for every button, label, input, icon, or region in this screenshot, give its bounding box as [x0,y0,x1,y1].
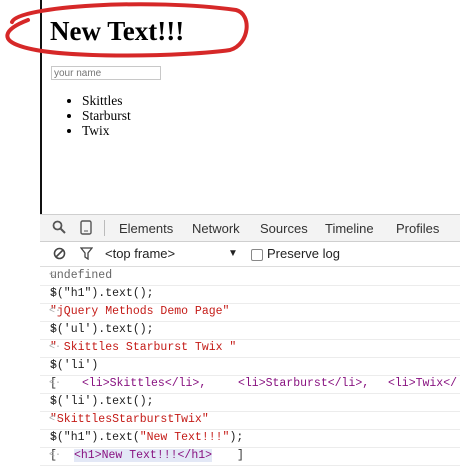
console-row: $('ul').text(); [40,321,460,340]
array-bracket: ] [237,449,244,462]
device-mode-icon[interactable] [80,220,92,235]
result-arrow-icon: <· [49,450,62,461]
tab-separator [104,220,105,236]
console-result: "SkittlesStarburstTwix" [50,413,209,426]
frame-select[interactable]: <top frame> [105,246,175,261]
console-gutter: <· > <· > <· > <· > <· > <· [46,266,62,462]
result-arrow-icon: <· [49,414,62,425]
console-row: $("h1").text("New Text!!!"); [40,429,460,448]
console-element[interactable]: <li>Twix</ [388,377,457,390]
preserve-log-label: Preserve log [267,246,340,261]
demo-page: New Text!!! Skittles Starburst Twix [42,0,460,214]
prompt-arrow-icon: > [50,324,57,336]
prompt-arrow-icon: > [50,396,57,408]
tab-network[interactable]: Network [192,221,240,236]
console-result: " Skittles Starburst Twix " [50,341,237,354]
tab-profiles[interactable]: Profiles [396,221,439,236]
console-row: $("h1").text(); [40,285,460,304]
list-item: Starburst [82,108,131,123]
console-row: undefined [40,267,460,286]
console-row: "jQuery Methods Demo Page" [40,303,460,322]
console-element[interactable]: <li>Skittles</li>, [82,377,206,390]
console-row: $('li').text(); [40,393,460,412]
list-item: Twix [82,123,131,138]
prompt-arrow-icon: > [50,432,57,444]
snack-list: Skittles Starburst Twix [51,93,131,138]
clear-console-icon[interactable] [53,247,66,260]
console-row[interactable]: [ <li>Skittles</li>, <li>Starburst</li>,… [40,375,460,394]
result-arrow-icon: <· [49,306,62,317]
preserve-log-checkbox[interactable] [251,249,263,261]
prompt-arrow-icon: > [50,288,57,300]
search-icon[interactable] [52,220,66,234]
console-command: $("h1").text("New Text!!!"); [50,431,243,444]
console-result: "jQuery Methods Demo Page" [50,305,230,318]
devtools-panel: Elements Network Sources Timeline Profil… [40,214,460,466]
devtools-tabbar: Elements Network Sources Timeline Profil… [40,215,460,242]
list-item: Skittles [82,93,131,108]
page-heading: New Text!!! [50,16,185,46]
console-command: $('ul').text(); [50,323,154,336]
console-row: "SkittlesStarburstTwix" [40,411,460,430]
console-filterbar: <top frame> ▼ Preserve log [40,242,460,267]
command-argument: "New Text!!!" [139,431,230,444]
console-command: $("h1").text(); [50,287,154,300]
command-prefix: $("h1").text( [50,431,140,444]
console-row: $('li') [40,357,460,376]
tab-elements[interactable]: Elements [119,221,173,236]
name-input[interactable] [51,66,161,80]
prompt-arrow-icon: > [50,360,57,372]
console-row[interactable]: [ <h1>New Text!!!</h1> ] [40,447,460,466]
result-arrow-icon: <· [49,270,62,281]
console-element[interactable]: <li>Starburst</li>, [238,377,369,390]
console-command: $('li').text(); [50,395,154,408]
filter-icon[interactable] [80,247,93,260]
tab-sources[interactable]: Sources [260,221,308,236]
console-element[interactable]: <h1>New Text!!!</h1> [74,449,213,462]
tab-timeline[interactable]: Timeline [325,221,374,236]
result-arrow-icon: <· [49,378,62,389]
command-suffix: ); [229,431,244,444]
console-row: " Skittles Starburst Twix " [40,339,460,358]
result-arrow-icon: <· [49,342,62,353]
chevron-down-icon[interactable]: ▼ [228,248,238,259]
